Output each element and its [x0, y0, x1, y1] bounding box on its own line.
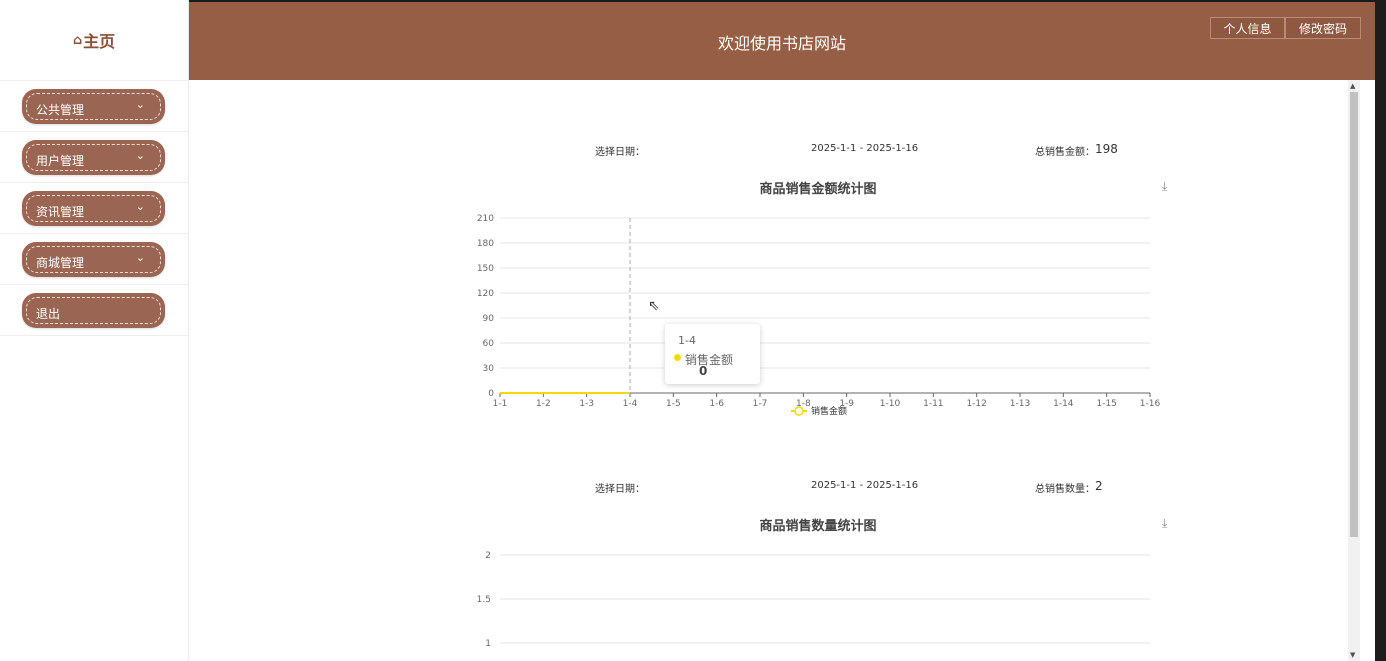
scroll-down-icon[interactable]: ▼ — [1350, 651, 1355, 659]
y-tick-label: 1.5 — [477, 595, 491, 605]
scroll-up-icon[interactable]: ▲ — [1350, 82, 1355, 90]
sales-count-chart: 11.52 — [477, 551, 1150, 649]
mouse-cursor-icon: ⇖ — [648, 298, 660, 314]
window-edge — [1375, 0, 1386, 661]
y-tick-label: 1 — [485, 639, 491, 649]
scrollbar[interactable]: ▲ ▼ — [1348, 80, 1360, 661]
scrollbar-thumb[interactable] — [1350, 92, 1358, 537]
y-tick-label: 2 — [485, 551, 491, 561]
